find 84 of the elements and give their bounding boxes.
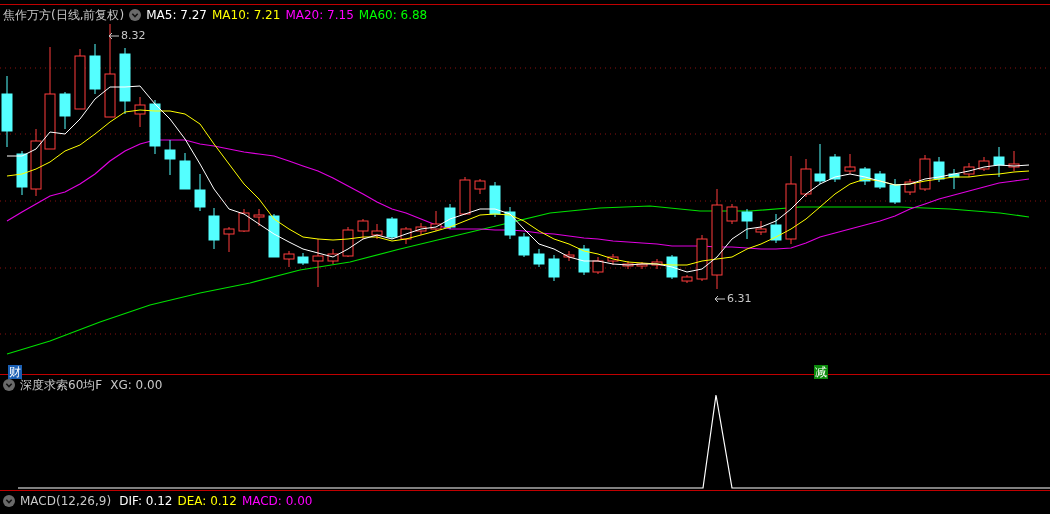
candlestick: [444, 203, 456, 230]
candlestick: [149, 99, 161, 155]
ma-value: MA10: 7.21: [211, 7, 281, 23]
candlestick: [622, 260, 634, 270]
candlestick: [874, 170, 886, 190]
collapse-icon[interactable]: [3, 495, 15, 507]
candlestick: [357, 218, 369, 240]
candlestick: [829, 153, 841, 183]
candlestick: [1008, 150, 1020, 172]
macd-value: MACD: 0.00: [241, 493, 313, 509]
candlestick: [489, 181, 501, 218]
macd-value: DIF: 0.12: [119, 493, 173, 509]
candlestick: [89, 43, 101, 95]
candlestick: [312, 238, 324, 288]
ma-value: MA5: 7.27: [146, 7, 207, 23]
collapse-icon[interactable]: [3, 379, 15, 391]
candlestick: [30, 128, 42, 197]
candlestick: [696, 234, 708, 282]
candlestick: [430, 210, 442, 232]
candlestick: [400, 226, 412, 245]
candlestick: [119, 47, 131, 115]
candlestick: [223, 226, 235, 253]
candlestick: [74, 48, 86, 110]
candlestick: [179, 152, 191, 190]
candlestick: [889, 178, 901, 205]
arrow-icon: [714, 294, 726, 303]
candlestick: [770, 213, 782, 244]
candlestick: [563, 250, 575, 262]
candlestick: [681, 274, 693, 284]
candlestick: [518, 232, 530, 258]
candlestick: [607, 253, 619, 266]
indicator-title: 深度求索60均F: [20, 378, 103, 393]
candlestick: [963, 162, 975, 178]
candlestick: [726, 203, 738, 225]
candlestick: [859, 166, 871, 186]
candlestick: [16, 150, 28, 196]
candlestick: [371, 223, 383, 240]
indicator-value: XG: 0.00: [110, 377, 163, 393]
candlestick: [415, 222, 427, 236]
ma-value: MA20: 7.15: [285, 7, 354, 23]
price-label: 6.31: [727, 292, 752, 305]
candlestick: [474, 178, 486, 195]
candlestick: [268, 213, 280, 258]
price-label: 8.32: [121, 29, 146, 42]
candlestick: [342, 226, 354, 258]
collapse-icon[interactable]: [129, 9, 142, 21]
candlestick: [948, 168, 960, 190]
ma-value: MA60: 6.88: [358, 7, 428, 23]
candlestick: [194, 173, 206, 212]
candlestick: [741, 208, 753, 240]
candlestick: [919, 154, 931, 192]
candlestick: [59, 91, 71, 130]
candlestick: [504, 206, 516, 240]
event-marker[interactable]: 财: [8, 365, 22, 379]
candlestick: [978, 156, 990, 172]
candlestick: [666, 254, 678, 280]
candlestick: [386, 216, 398, 240]
candlestick: [651, 258, 663, 270]
candlestick: [253, 208, 265, 227]
macd-title: MACD(12,26,9): [20, 493, 112, 509]
candlestick: [933, 156, 945, 183]
candlestick: [592, 256, 604, 275]
candlestick: [993, 146, 1005, 178]
candlestick: [134, 96, 146, 128]
candlestick: [844, 153, 856, 175]
candlestick: [297, 252, 309, 266]
candlestick: [164, 139, 176, 176]
candlestick: [533, 248, 545, 268]
candlestick: [800, 158, 812, 198]
arrow-icon: [108, 31, 120, 40]
candlestick: [327, 248, 339, 265]
candlestick: [208, 207, 220, 250]
candlestick: [459, 176, 471, 216]
candlestick: [548, 254, 560, 282]
candlestick: [578, 244, 590, 276]
candlestick: [283, 250, 295, 268]
event-marker[interactable]: 减: [814, 365, 828, 379]
candlestick: [238, 208, 250, 233]
candlestick: [755, 220, 767, 236]
stock-title: 焦作万方(日线,前复权): [3, 7, 125, 23]
candlestick: [814, 143, 826, 185]
candlestick: [636, 261, 648, 270]
macd-value: DEA: 0.12: [177, 493, 237, 509]
candlestick: [904, 178, 916, 196]
